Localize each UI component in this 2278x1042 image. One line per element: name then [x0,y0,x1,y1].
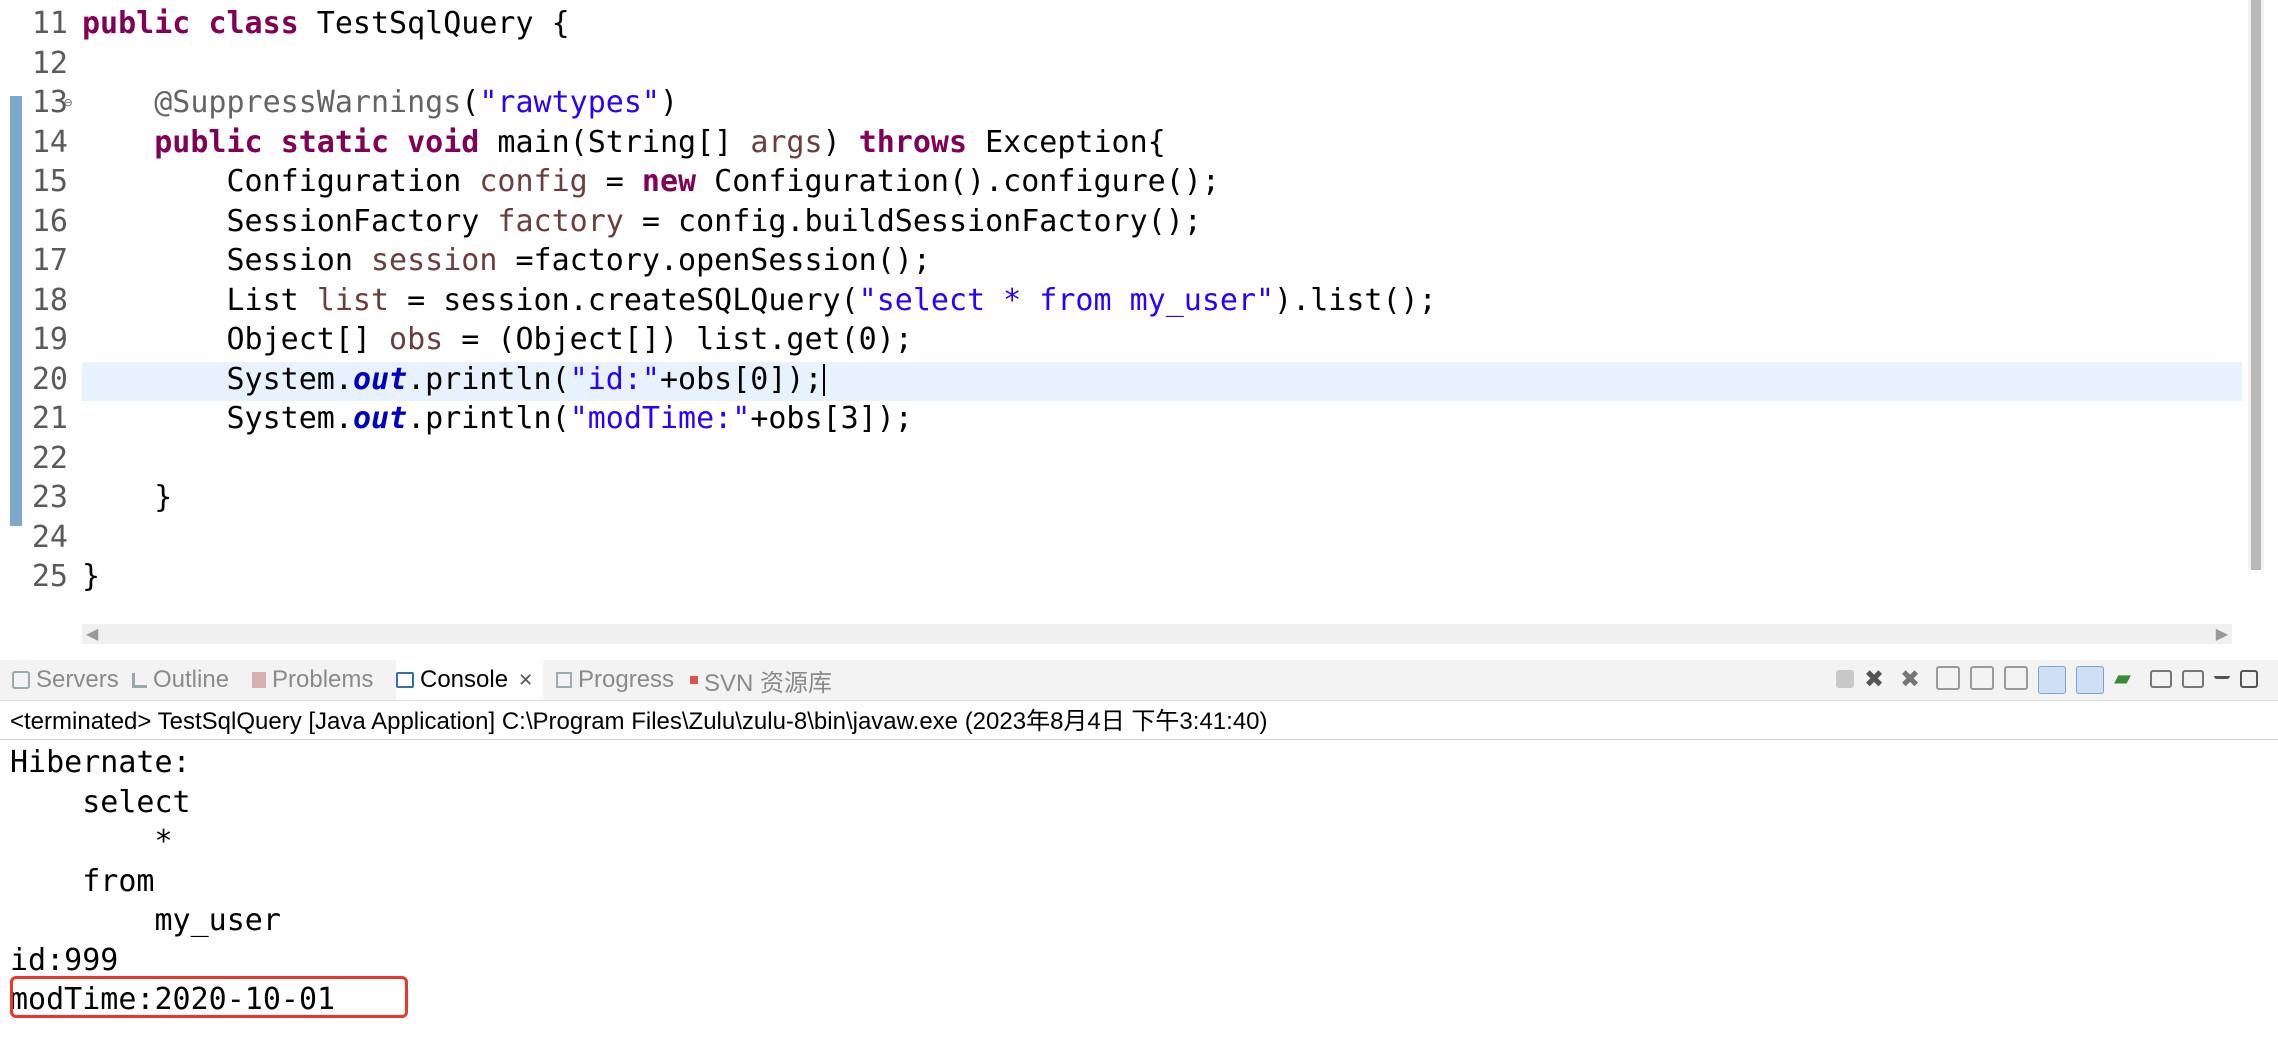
change-annotation-bar [10,96,22,526]
console-output-line: * [10,824,173,859]
close-icon[interactable]: ✕ [518,670,533,691]
remove-all-icon[interactable]: ✖ [1900,666,1926,692]
line-number: 24 [31,519,68,555]
progress-icon [556,672,572,688]
scroll-lock-icon[interactable] [1970,666,1994,690]
scroll-left-arrow-icon[interactable]: ◀ [86,624,98,644]
editor-horizontal-scrollbar[interactable]: ◀ ▶ [82,624,2232,644]
text-caret [822,364,825,396]
line-number: 14 [31,124,68,160]
code-line: } [82,559,101,594]
console-output-line: Hibernate: [10,745,191,780]
line-number: 19 [31,322,68,357]
line-number: 25 [31,559,68,594]
line-number: 13 [31,85,68,120]
line-number-ruler: 11 12 13 ⊖ 14 15 16 17 18 19 20 21 22 23 24 25 [0,0,78,620]
console-output-line: from [10,863,155,899]
display-console-icon[interactable] [2150,670,2172,688]
pin-console-icon[interactable]: ▰ [2114,666,2140,692]
show-stderr-icon[interactable] [2076,666,2104,694]
view-tab-bar: Servers Outline Problems Console ✕ Progr… [0,660,2278,701]
code-line: public class TestSqlQuery { [82,6,570,41]
line-number: 20 [31,361,68,397]
process-label: <terminated> TestSqlQuery [Java Applicat… [0,705,2278,740]
line-number: 23 [31,480,68,515]
line-number: 22 [31,440,68,476]
console-icon [396,672,414,688]
code-line: public static void main(String[] args) t… [154,124,1166,160]
tab-outline[interactable]: Outline [132,660,229,700]
code-line: } [82,480,173,515]
line-number: 21 [31,401,68,436]
code-line: System.out.println("modTime:"+obs[3]); [82,401,913,436]
tab-label: Console [420,666,509,693]
line-number: 16 [31,203,68,239]
code-line: @SuppressWarnings("rawtypes") [154,85,679,120]
console-output-line: my_user [10,903,281,938]
code-line: SessionFactory factory = config.buildSes… [82,203,1202,239]
code-line: List list = session.createSQLQuery("sele… [82,282,1437,318]
outline-icon [132,672,147,688]
console-panel: Servers Outline Problems Console ✕ Progr… [0,660,2278,1042]
console-output-line: id:999 [10,942,119,978]
tab-label: Problems [272,666,374,693]
code-line: Configuration config = new Configuration… [82,164,1220,199]
word-wrap-icon[interactable] [2004,666,2028,690]
clear-console-icon[interactable] [1936,666,1960,690]
show-stdout-icon[interactable] [2038,666,2066,694]
editor-scroll-thumb[interactable] [2251,0,2261,570]
problems-icon [252,672,266,688]
minimize-icon[interactable] [2214,666,2230,679]
highlight-box [10,976,408,1018]
code-editor[interactable]: 11 12 13 ⊖ 14 15 16 17 18 19 20 21 22 23 24 25 public c… [0,0,2278,648]
tab-servers[interactable]: Servers [12,660,119,700]
tab-label: Progress [578,666,675,693]
code-line: Session session =factory.openSession(); [82,243,931,278]
tab-console[interactable]: Console ✕ [396,660,544,700]
maximize-icon[interactable] [2240,670,2258,688]
svn-icon [690,676,698,684]
remove-launch-icon[interactable]: ✖ [1864,666,1890,692]
tab-label: Outline [153,666,230,693]
editor-vertical-scrollbar[interactable] [2248,0,2264,570]
fold-collapse-icon[interactable]: ⊖ [64,95,72,111]
terminate-icon[interactable] [1836,670,1854,688]
line-number: 11 [31,6,68,41]
line-number: 18 [31,282,68,318]
code-line: System.out.println("id:"+obs[0]); [82,361,825,397]
line-number: 17 [31,243,68,278]
tab-svn-repositories[interactable]: SVN 资源库 [690,660,832,700]
tab-progress[interactable]: Progress [556,660,674,700]
line-number: 15 [31,164,68,199]
tab-label: SVN 资源库 [704,669,833,697]
scroll-right-arrow-icon[interactable]: ▶ [2216,624,2228,644]
code-line: Object[] obs = (Object[]) list.get(0); [82,322,913,357]
console-toolbar: ✖ ✖ ▰ [1836,666,2258,694]
tab-label: Servers [36,666,119,693]
servers-icon [12,671,30,689]
open-console-icon[interactable] [2182,670,2204,688]
tab-problems[interactable]: Problems [252,660,373,700]
console-output-line: select [10,784,191,820]
line-number: 12 [31,45,68,81]
